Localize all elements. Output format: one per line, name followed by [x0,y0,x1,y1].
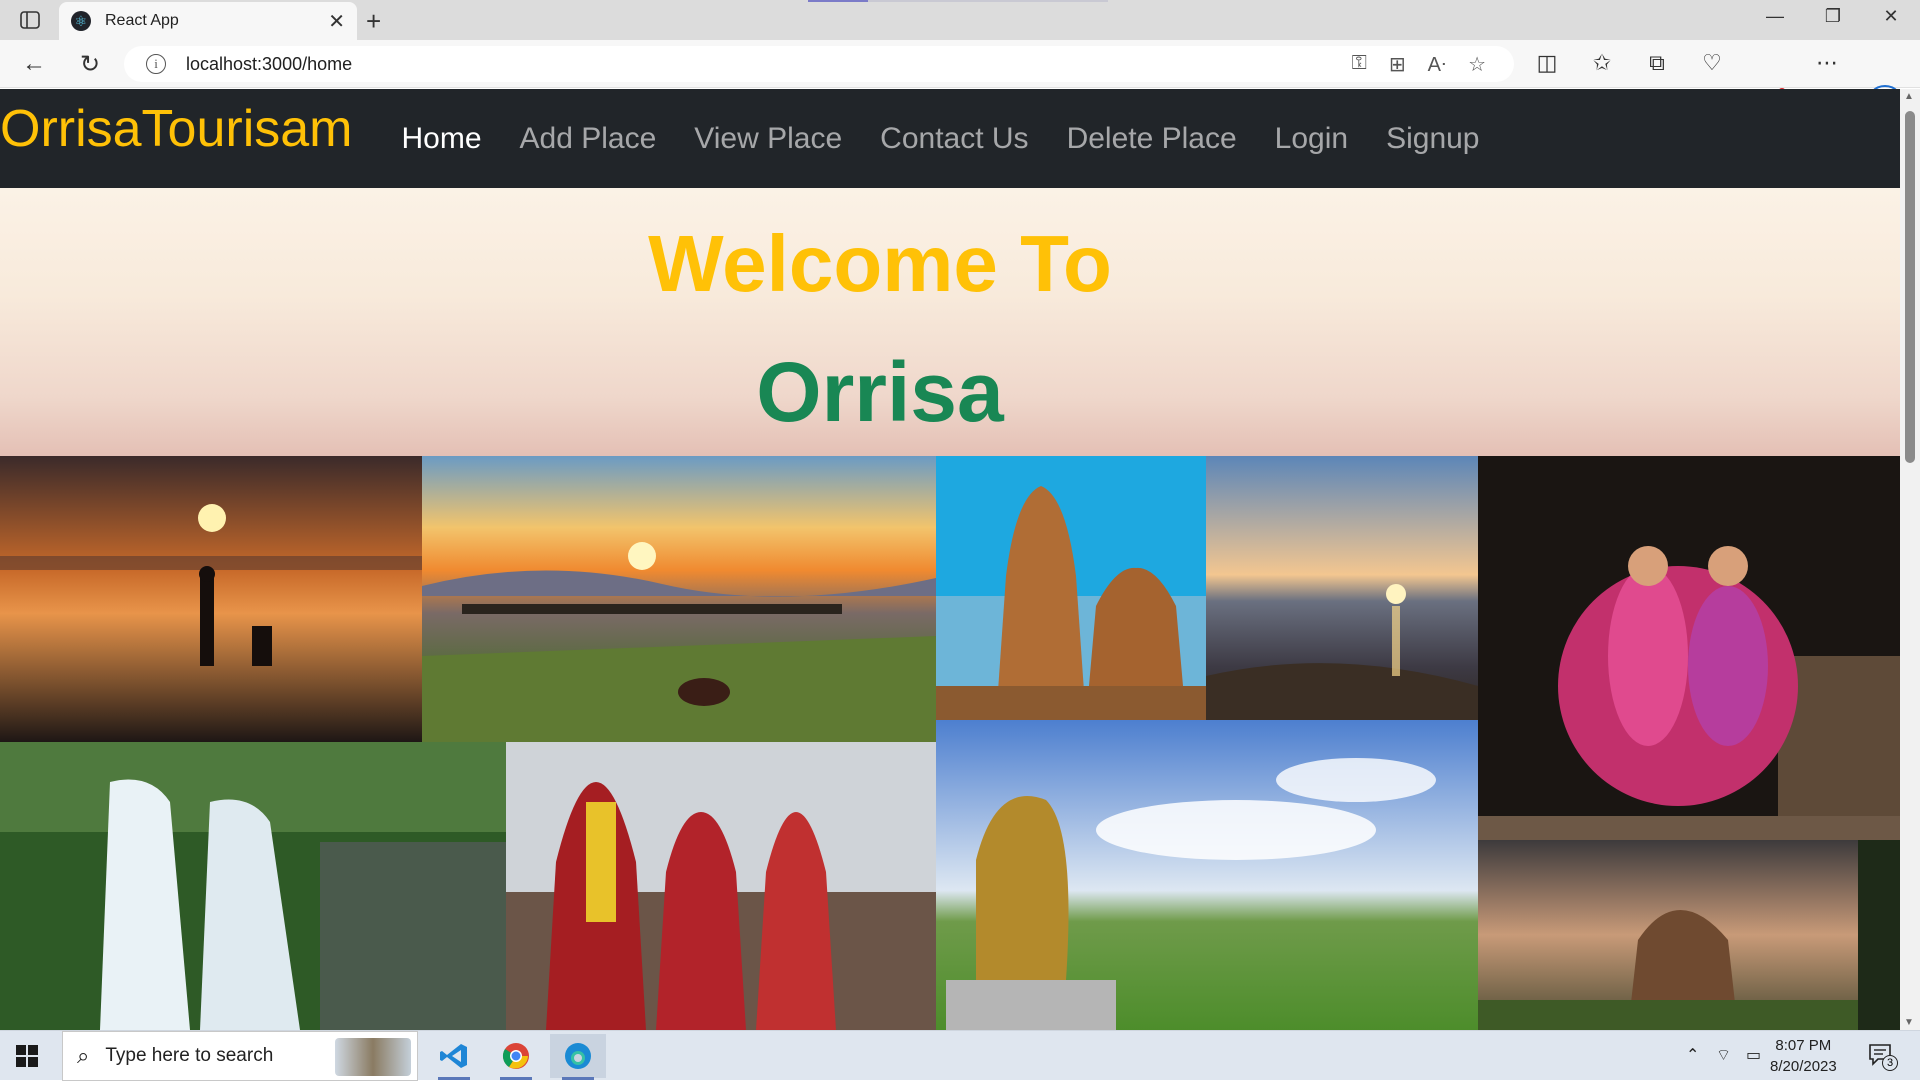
close-icon[interactable]: ✕ [328,9,345,34]
heart-pulse-icon[interactable]: ♡ [1695,50,1729,76]
hero-welcome-heading: Welcome To [648,219,1112,308]
beach-sunset-photo [0,456,422,742]
photo-collage [0,456,1900,1030]
taskbar-clock[interactable]: 8:07 PM 8/20/2023 [1770,1035,1837,1077]
plus-icon[interactable]: + [366,6,381,37]
odissi-dancers-photo [1478,456,1900,840]
address-bar[interactable]: i localhost:3000/home ⚿ ⊞ Aᐧ ☆ [124,46,1514,82]
more-icon[interactable]: ⋯ [1810,50,1844,76]
waterfall-photo [0,742,506,1030]
notification-icon[interactable]: 3 [1868,1043,1898,1071]
sea-sunset-photo [1206,456,1478,720]
apps-icon[interactable]: ⊞ [1389,52,1406,77]
favorites-icon[interactable]: ✩ [1585,50,1619,76]
search-icon: ⌕ [77,1043,90,1068]
tab-actions-icon[interactable] [14,8,46,32]
restore-icon[interactable]: ❐ [1818,6,1848,27]
nav-add-place[interactable]: Add Place [520,122,657,156]
back-arrow-icon[interactable]: ← [16,50,52,78]
lake-sunset-photo [422,456,936,742]
nav-signup[interactable]: Signup [1386,122,1479,156]
browser-toolbar: ← ↻ i localhost:3000/home ⚿ ⊞ Aᐧ ☆ ◫ ✩ ⧉… [0,40,1920,123]
search-highlight-image [335,1038,411,1076]
page-scrollbar[interactable]: ▲ ▼ [1900,89,1920,1030]
notification-count: 3 [1882,1055,1898,1071]
hero-place-heading: Orrisa [756,345,1004,439]
chevron-up-icon[interactable]: ⌃ [1686,1045,1699,1065]
site-brand[interactable]: OrrisaTourisam [0,99,353,159]
nav-delete-place[interactable]: Delete Place [1067,122,1237,156]
taskbar-search[interactable]: ⌕ Type here to search [62,1031,418,1081]
browser-tab[interactable]: ⚛ React App ✕ [59,2,357,40]
clock-date: 8/20/2023 [1770,1058,1837,1075]
windows-taskbar: ⌕ Type here to search ⌃ ⌔ ▭ 8:07 PM 8/20… [0,1030,1920,1081]
collections-icon[interactable]: ⧉ [1640,50,1674,76]
temple-photo [936,456,1206,720]
battery-icon[interactable]: ▭ [1746,1045,1761,1065]
nav-home[interactable]: Home [402,122,482,156]
react-logo-icon: ⚛ [71,11,91,31]
key-icon[interactable]: ⚿ [1352,52,1367,77]
tab-title: React App [105,12,179,29]
refresh-icon[interactable]: ↻ [72,50,108,79]
url-text[interactable]: localhost:3000/home [186,54,352,75]
minimize-icon[interactable]: — [1760,6,1790,27]
nav-links: Home Add Place View Place Contact Us Del… [383,122,1499,156]
konark-temple-photo [1478,840,1900,1030]
read-aloud-icon[interactable]: Aᐧ [1428,52,1446,77]
scrollbar-thumb[interactable] [1905,111,1915,463]
window-close-icon[interactable]: ✕ [1876,6,1906,27]
browser-tab-bar: ⚛ React App ✕ + — ❐ ✕ [0,0,1920,40]
vscode-icon[interactable] [426,1034,482,1080]
rath-yatra-photo [506,742,936,1030]
windows-start-icon[interactable] [16,1045,38,1067]
network-icon[interactable]: ⌔ [1716,1045,1731,1065]
nav-view-place[interactable]: View Place [694,122,842,156]
hero-banner: Welcome To Orrisa [0,188,1900,456]
split-screen-icon[interactable]: ◫ [1530,50,1564,76]
nav-login[interactable]: Login [1275,122,1348,156]
chrome-icon[interactable] [488,1034,544,1080]
info-icon[interactable]: i [146,54,166,74]
lion-statue-landscape-photo [936,720,1478,1030]
clock-time: 8:07 PM [1775,1037,1832,1054]
page-viewport: OrrisaTourisam Home Add Place View Place… [0,89,1900,1030]
taskbar-search-placeholder: Type here to search [105,1045,274,1066]
star-icon[interactable]: ☆ [1468,52,1486,77]
nav-contact-us[interactable]: Contact Us [880,122,1028,156]
site-navbar: OrrisaTourisam Home Add Place View Place… [0,89,1900,188]
loading-bar [808,0,1108,2]
edge-icon[interactable] [550,1034,606,1080]
